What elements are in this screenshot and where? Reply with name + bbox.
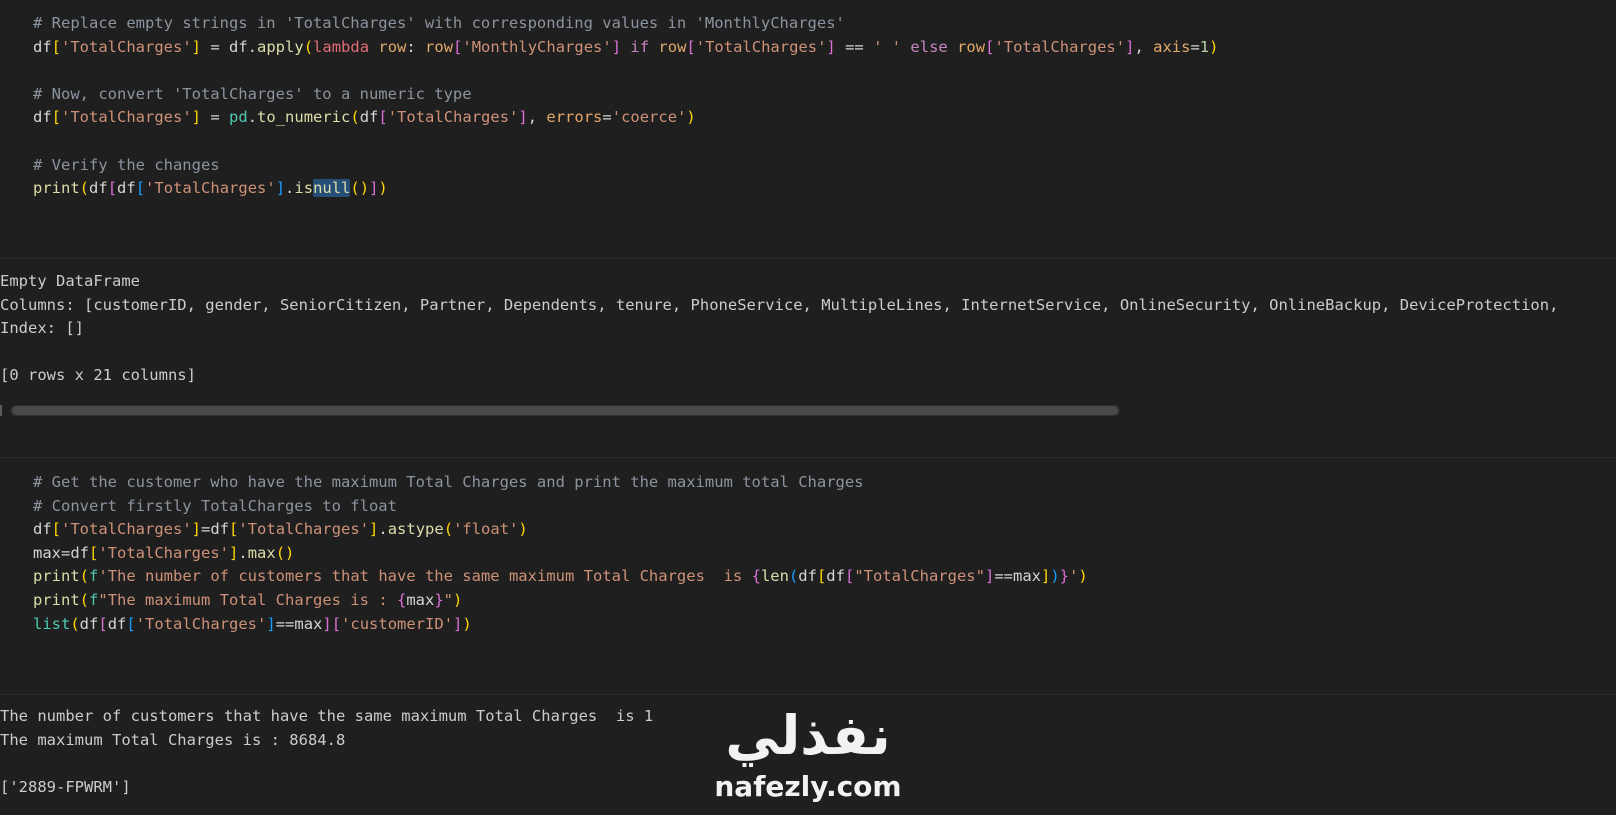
code-line[interactable]: # Get the customer who have the maximum …: [33, 471, 1616, 495]
code-line[interactable]: print(f"The maximum Total Charges is : {…: [33, 589, 1616, 613]
nafezly-watermark-logo: نفذلي nafezly.com: [708, 705, 908, 815]
code-line[interactable]: df['TotalCharges'] = pd.to_numeric(df['T…: [33, 106, 1616, 130]
cell-separator: [0, 694, 1616, 695]
code-line[interactable]: # Convert firstly TotalCharges to float: [33, 495, 1616, 519]
code-cell-2[interactable]: # Get the customer who have the maximum …: [0, 471, 1616, 636]
code-line[interactable]: df['TotalCharges'] = df.apply(lambda row…: [33, 36, 1616, 60]
code-line[interactable]: print(f'The number of customers that hav…: [33, 565, 1616, 589]
output-line: Index: []: [0, 319, 84, 338]
horizontal-scrollbar[interactable]: [10, 405, 1120, 416]
code-line[interactable]: list(df[df['TotalCharges']==max]['custom…: [33, 613, 1616, 637]
output-cell-1: Empty DataFrame Columns: [customerID, ge…: [0, 270, 1616, 388]
scrollbar-edge: [0, 405, 2, 416]
output-line: Empty DataFrame: [0, 272, 140, 290]
code-line[interactable]: [33, 130, 1616, 154]
cell-separator: [0, 457, 1616, 458]
code-cell-1[interactable]: # Replace empty strings in 'TotalCharges…: [0, 12, 1616, 201]
scrollbar-thumb[interactable]: [12, 406, 1118, 415]
code-line[interactable]: # Verify the changes: [33, 154, 1616, 178]
code-line[interactable]: df['TotalCharges']=df['TotalCharges'].as…: [33, 518, 1616, 542]
code-line[interactable]: [33, 59, 1616, 83]
watermark-domain-text: nafezly.com: [714, 770, 902, 803]
cell-separator: [0, 258, 1616, 259]
output-line: [0 rows x 21 columns]: [0, 366, 196, 385]
output-line: Columns: [customerID, gender, SeniorCiti…: [0, 295, 1559, 314]
code-line[interactable]: # Replace empty strings in 'TotalCharges…: [33, 12, 1616, 36]
code-line[interactable]: max=df['TotalCharges'].max(): [33, 542, 1616, 566]
code-line[interactable]: print(df[df['TotalCharges'].isnull()]): [33, 177, 1616, 201]
code-line[interactable]: # Now, convert 'TotalCharges' to a numer…: [33, 83, 1616, 107]
watermark-arabic-text: نفذلي: [725, 704, 891, 767]
